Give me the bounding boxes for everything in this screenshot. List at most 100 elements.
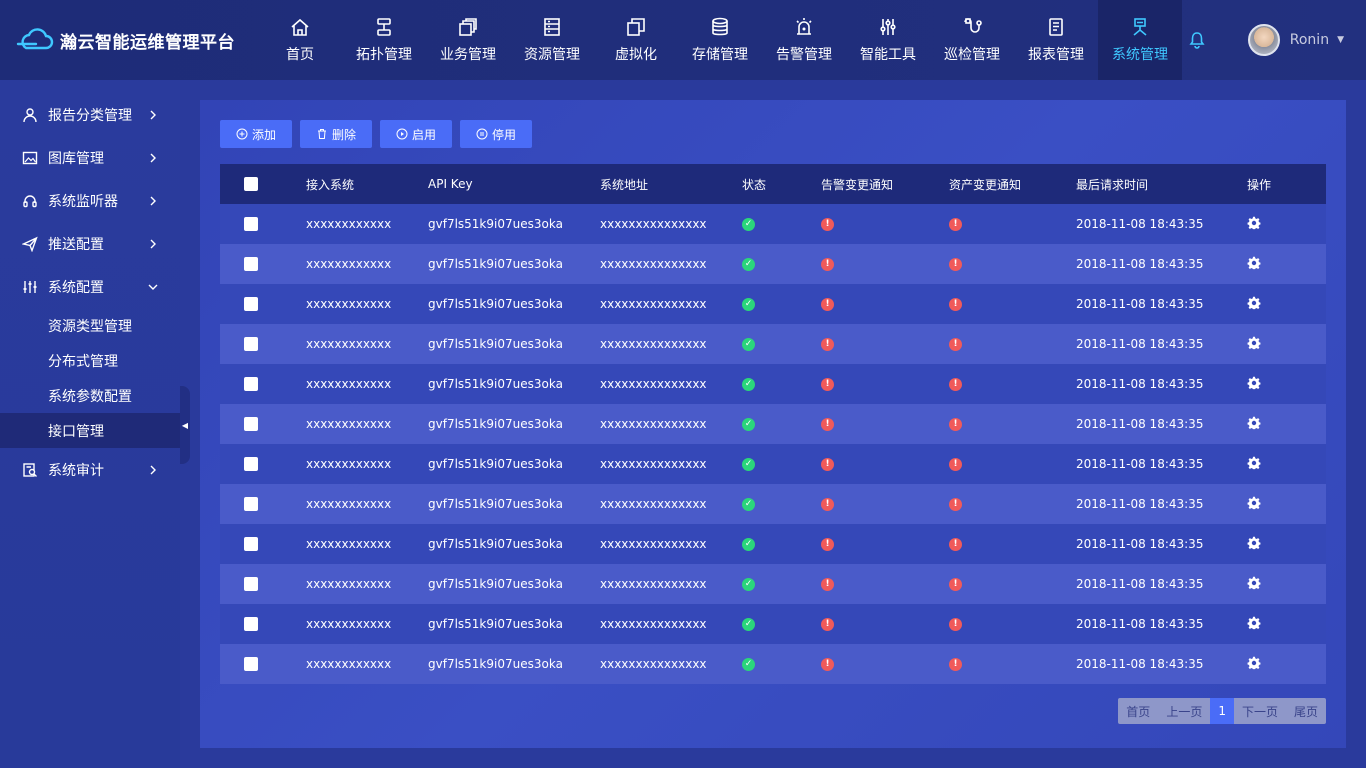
row-checkbox[interactable] [244, 497, 258, 511]
gear-icon[interactable] [1247, 656, 1261, 670]
table-row[interactable]: xxxxxxxxxxxx gvf7ls51k9i07ues3oka xxxxxxxx… [220, 404, 1326, 444]
nav-item-report[interactable]: 报表管理 [1014, 0, 1098, 80]
system-cell: xxxxxxxxxxxx [306, 377, 392, 391]
nav-item-inspection[interactable]: 巡检管理 [930, 0, 1014, 80]
nav-item-resource[interactable]: 资源管理 [510, 0, 594, 80]
bell-icon[interactable] [1188, 31, 1206, 49]
last-request-time-cell: 2018-11-08 18:43:35 [1076, 537, 1204, 551]
table-row[interactable]: xxxxxxxxxxxx gvf7ls51k9i07ues3oka xxxxxxxx… [220, 564, 1326, 604]
next-page-button[interactable]: 下一页 [1234, 698, 1286, 724]
last-request-time-cell: 2018-11-08 18:43:35 [1076, 497, 1204, 511]
prev-page-button[interactable]: 上一页 [1158, 698, 1210, 724]
gear-icon[interactable] [1247, 456, 1261, 470]
trash-icon [318, 129, 327, 139]
gear-icon[interactable] [1247, 376, 1261, 390]
gear-icon[interactable] [1247, 616, 1261, 630]
gear-icon[interactable] [1247, 416, 1261, 430]
row-checkbox[interactable] [244, 257, 258, 271]
avatar[interactable] [1247, 24, 1280, 56]
row-checkbox[interactable] [244, 217, 258, 231]
nav-item-business[interactable]: 业务管理 [426, 0, 510, 80]
sidebar: 报告分类管理图库管理系统监听器 推送配置 系统配置 资源类型管理 分布式管理 系统参数配置… [0, 80, 180, 768]
api-key-cell: gvf7ls51k9i07ues3oka [428, 377, 563, 391]
sidebar-item-send[interactable]: 推送配置 [0, 222, 180, 265]
gear-icon[interactable] [1247, 256, 1261, 270]
address-cell: xxxxxxxxxxxxxxx [600, 217, 707, 231]
add-button[interactable]: 添加 [220, 120, 293, 148]
sidebar-item-image[interactable]: 图库管理 [0, 136, 180, 179]
table-row[interactable]: xxxxxxxxxxxx gvf7ls51k9i07ues3oka xxxxxxxx… [220, 644, 1326, 684]
nav-item-alarm[interactable]: 告警管理 [762, 0, 846, 80]
gear-icon[interactable] [1247, 536, 1261, 550]
sidebar-subitem[interactable]: 系统参数配置 [0, 378, 180, 413]
gear-icon[interactable] [1247, 576, 1261, 590]
sidebar-item-headset[interactable]: 系统监听器 [0, 179, 180, 222]
nav-item-virtualization[interactable]: 虚拟化 [594, 0, 678, 80]
row-checkbox[interactable] [244, 457, 258, 471]
table-row[interactable]: xxxxxxxxxxxx gvf7ls51k9i07ues3oka xxxxxxxx… [220, 284, 1326, 324]
system-cell: xxxxxxxxxxxx [306, 337, 392, 351]
delete-button[interactable]: 删除 [300, 120, 373, 148]
status-cell: ✓ [742, 537, 821, 551]
select-all-checkbox[interactable] [244, 177, 258, 191]
nav-item-tools[interactable]: 智能工具 [846, 0, 930, 80]
chevron-right-icon [150, 153, 156, 162]
table-row[interactable]: xxxxxxxxxxxx gvf7ls51k9i07ues3oka xxxxxxxx… [220, 244, 1326, 284]
sidebar-item-label: 图库管理 [48, 150, 104, 167]
nav-label: 系统管理 [1112, 47, 1168, 63]
topology-icon [377, 18, 391, 36]
nav-item-system[interactable]: 系统管理 [1098, 0, 1182, 80]
sidebar-subitem[interactable]: 资源类型管理 [0, 308, 180, 343]
nav-item-home[interactable]: 首页 [258, 0, 342, 80]
row-checkbox[interactable] [244, 577, 258, 591]
row-checkbox[interactable] [244, 617, 258, 631]
table-row[interactable]: xxxxxxxxxxxx gvf7ls51k9i07ues3oka xxxxxxxx… [220, 324, 1326, 364]
nav-item-storage[interactable]: 存储管理 [678, 0, 762, 80]
last-page-button[interactable]: 尾页 [1286, 698, 1326, 724]
sidebar-subitem[interactable]: 分布式管理 [0, 343, 180, 378]
first-page-button[interactable]: 首页 [1118, 698, 1158, 724]
row-checkbox[interactable] [244, 417, 258, 431]
row-checkbox[interactable] [244, 337, 258, 351]
action-cell [1247, 496, 1307, 513]
row-checkbox[interactable] [244, 377, 258, 391]
nav-item-topology[interactable]: 拓扑管理 [342, 0, 426, 80]
row-select-cell [220, 417, 306, 431]
main-nav: 首页 拓扑管理 业务管理 资源管理 虚拟化 存储管理 告警管理 智能工具 巡检管理 报表管理 系统管… [258, 0, 1182, 80]
row-checkbox[interactable] [244, 657, 258, 671]
add-label: 添加 [252, 127, 277, 142]
action-cell [1247, 616, 1307, 633]
sidebar-item-audit[interactable]: 系统审计 [0, 448, 180, 491]
action-cell [1247, 656, 1307, 673]
action-cell [1247, 536, 1307, 553]
gear-icon[interactable] [1247, 296, 1261, 310]
business-icon [459, 18, 477, 36]
caret-down-icon[interactable]: ▼ [1337, 35, 1344, 45]
asset-notify-cell: ! [949, 337, 1076, 351]
alarm-notify-cell: ! [821, 377, 949, 391]
status-cell: ✓ [742, 577, 821, 591]
sidebar-item-user[interactable]: 报告分类管理 [0, 93, 180, 136]
gear-icon[interactable] [1247, 496, 1261, 510]
gear-icon[interactable] [1247, 216, 1261, 230]
gear-icon[interactable] [1247, 336, 1261, 350]
delete-label: 删除 [332, 127, 357, 142]
table-row[interactable]: xxxxxxxxxxxx gvf7ls51k9i07ues3oka xxxxxxxx… [220, 204, 1326, 244]
table-row[interactable]: xxxxxxxxxxxx gvf7ls51k9i07ues3oka xxxxxxxx… [220, 604, 1326, 644]
user-name[interactable]: Ronin [1290, 32, 1329, 48]
sidebar-collapse-handle[interactable]: ◀ [180, 386, 190, 464]
sidebar-subitem[interactable]: 接口管理 [0, 413, 180, 448]
table-row[interactable]: xxxxxxxxxxxx gvf7ls51k9i07ues3oka xxxxxxxx… [220, 364, 1326, 404]
sidebar-item-sliders[interactable]: 系统配置 [0, 265, 180, 308]
table-row[interactable]: xxxxxxxxxxxx gvf7ls51k9i07ues3oka xxxxxxxx… [220, 524, 1326, 564]
disable-button[interactable]: 停用 [460, 120, 533, 148]
tools-icon [880, 19, 896, 35]
current-page[interactable]: 1 [1210, 698, 1234, 724]
table-row[interactable]: xxxxxxxxxxxx gvf7ls51k9i07ues3oka xxxxxxxx… [220, 444, 1326, 484]
row-checkbox[interactable] [244, 537, 258, 551]
table-row[interactable]: xxxxxxxxxxxx gvf7ls51k9i07ues3oka xxxxxxxx… [220, 484, 1326, 524]
status-cell: ✓ [742, 617, 821, 631]
enable-button[interactable]: 启用 [380, 120, 453, 148]
row-checkbox[interactable] [244, 297, 258, 311]
address-cell: xxxxxxxxxxxxxxx [600, 577, 707, 591]
